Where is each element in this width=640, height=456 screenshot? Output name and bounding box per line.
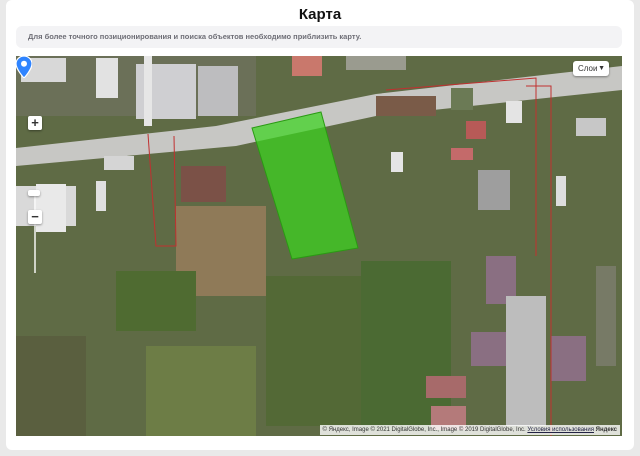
- page-title: Карта: [298, 6, 342, 23]
- satellite-image: [16, 56, 622, 436]
- layers-dropdown[interactable]: Слои ▼: [573, 61, 609, 76]
- zoom-hint: Для более точного позиционирования и пои…: [16, 26, 622, 48]
- zoom-slider-track[interactable]: [34, 193, 36, 273]
- layers-label: Слои: [578, 64, 598, 73]
- zoom-slider-handle[interactable]: [28, 190, 40, 196]
- zoom-out-button[interactable]: −: [28, 210, 42, 224]
- map-card: Карта Для более точного позиционирования…: [6, 0, 634, 450]
- map-view[interactable]: + − Слои ▼ © Яндекс, Image © 2021 Digita…: [16, 56, 622, 436]
- chevron-down-icon: ▼: [598, 65, 605, 72]
- location-marker-icon[interactable]: [16, 56, 32, 78]
- zoom-in-button[interactable]: +: [28, 116, 42, 130]
- terms-of-use-link[interactable]: Условия использования: [527, 427, 594, 433]
- map-attribution: © Яндекс, Image © 2021 DigitalGlobe, Inc…: [319, 425, 620, 435]
- attribution-text: © Яндекс, Image © 2021 DigitalGlobe, Inc…: [322, 427, 526, 433]
- yandex-logo: Яндекс: [595, 427, 617, 433]
